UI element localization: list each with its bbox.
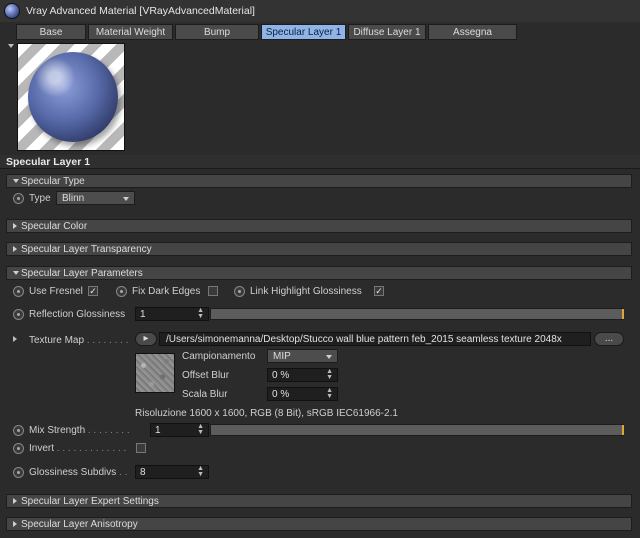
label-dots: . . . . . . . . xyxy=(86,335,129,346)
fix-dark-edges-label: Fix Dark Edges xyxy=(132,286,201,297)
type-value: Blinn xyxy=(62,193,85,204)
reflection-glossiness-slider[interactable] xyxy=(210,308,624,320)
campionamento-value: MIP xyxy=(273,351,291,362)
tab-bar: Base Material Weight Bump Specular Layer… xyxy=(16,24,517,40)
reflection-glossiness-input[interactable]: 1 ▲ ▼ xyxy=(135,307,209,321)
chevron-down-icon xyxy=(123,197,129,201)
mix-strength-animate-radio[interactable] xyxy=(13,425,24,436)
mix-strength-label: Mix Strength . . . . . . . . xyxy=(29,425,130,436)
expand-right-icon xyxy=(13,498,17,504)
type-dropdown[interactable]: Blinn xyxy=(56,191,135,205)
type-label: Type xyxy=(29,193,51,204)
texture-expand-icon[interactable] xyxy=(13,336,17,342)
link-highlight-label: Link Highlight Glossiness xyxy=(250,286,362,297)
material-preview[interactable] xyxy=(17,43,125,151)
tab-assegna[interactable]: Assegna xyxy=(428,24,517,40)
slider-end-marker xyxy=(622,309,624,319)
texture-path-field[interactable]: /Users/simonemanna/Desktop/Stucco wall b… xyxy=(159,332,591,346)
link-highlight-checkbox[interactable]: ✓ xyxy=(374,286,384,296)
chevron-down-icon xyxy=(326,355,332,359)
preview-collapse-icon[interactable] xyxy=(8,44,14,48)
offset-blur-input[interactable]: 0 % ▲ ▼ xyxy=(267,368,338,382)
material-sphere-icon xyxy=(4,3,20,19)
window-title: Vray Advanced Material [VRayAdvancedMate… xyxy=(26,5,255,17)
use-fresnel-animate-radio[interactable] xyxy=(13,286,24,297)
campionamento-dropdown[interactable]: MIP xyxy=(267,349,338,363)
texture-play-button[interactable]: ▸ xyxy=(135,332,157,346)
expand-right-icon xyxy=(13,521,17,527)
reflection-glossiness-animate-radio[interactable] xyxy=(13,309,24,320)
fix-dark-edges-checkbox[interactable] xyxy=(208,286,218,296)
glossiness-subdivs-label-text: Glossiness Subdivs xyxy=(29,467,117,478)
stepper-icon[interactable]: ▲ ▼ xyxy=(197,423,204,436)
offset-blur-label: Offset Blur xyxy=(182,370,230,381)
tab-material-weight[interactable]: Material Weight xyxy=(88,24,173,40)
glossiness-subdivs-input[interactable]: 8 ▲ ▼ xyxy=(135,465,209,479)
stepper-icon[interactable]: ▲ ▼ xyxy=(197,307,204,320)
label-dots: . . . . . . . . xyxy=(87,425,130,436)
slider-end-marker xyxy=(622,425,624,435)
tab-base[interactable]: Base xyxy=(16,24,86,40)
invert-animate-radio[interactable] xyxy=(13,443,24,454)
reflection-glossiness-label: Reflection Glossiness xyxy=(29,309,126,320)
group-specular-transparency[interactable]: Specular Layer Transparency xyxy=(6,242,632,256)
browse-button[interactable]: ... xyxy=(594,332,624,346)
group-label: Specular Type xyxy=(21,176,85,187)
texture-path-value: /Users/simonemanna/Desktop/Stucco wall b… xyxy=(166,334,562,345)
stepper-icon[interactable]: ▲ ▼ xyxy=(326,368,333,381)
group-label: Specular Color xyxy=(21,221,88,232)
offset-blur-value: 0 % xyxy=(272,370,290,381)
label-dots: . . xyxy=(119,467,128,478)
use-fresnel-label: Use Fresnel xyxy=(29,286,83,297)
mix-strength-label-text: Mix Strength xyxy=(29,425,86,436)
group-specular-expert-settings[interactable]: Specular Layer Expert Settings xyxy=(6,494,632,508)
group-label: Specular Layer Anisotropy xyxy=(21,519,138,530)
group-label: Specular Layer Expert Settings xyxy=(21,496,159,507)
texture-map-label: Texture Map . . . . . . . . xyxy=(29,335,129,346)
glossiness-subdivs-value: 8 xyxy=(140,467,146,478)
group-label: Specular Layer Parameters xyxy=(21,268,143,279)
fix-dark-edges-animate-radio[interactable] xyxy=(116,286,127,297)
group-specular-parameters[interactable]: Specular Layer Parameters xyxy=(6,266,632,280)
invert-label: Invert . . . . . . . . . . . . . xyxy=(29,443,126,454)
label-dots: . . . . . . . . . . . . . xyxy=(56,443,127,454)
group-specular-type[interactable]: Specular Type xyxy=(6,174,632,188)
group-label: Specular Layer Transparency xyxy=(21,244,152,255)
type-animate-radio[interactable] xyxy=(13,193,24,204)
tab-diffuse-layer-1[interactable]: Diffuse Layer 1 xyxy=(348,24,426,40)
group-specular-color[interactable]: Specular Color xyxy=(6,219,632,233)
tab-bump[interactable]: Bump xyxy=(175,24,259,40)
group-specular-anisotropy[interactable]: Specular Layer Anisotropy xyxy=(6,517,632,531)
expand-down-icon xyxy=(13,179,19,183)
texture-thumbnail[interactable] xyxy=(135,353,175,393)
section-title: Specular Layer 1 xyxy=(6,156,91,168)
glossiness-subdivs-label: Glossiness Subdivs . . xyxy=(29,467,127,478)
texture-map-label-text: Texture Map xyxy=(29,335,85,346)
expand-right-icon xyxy=(13,246,17,252)
invert-checkbox[interactable] xyxy=(136,443,146,453)
campionamento-label: Campionamento xyxy=(182,351,256,362)
invert-label-text: Invert xyxy=(29,443,55,454)
stepper-icon[interactable]: ▲ ▼ xyxy=(197,465,204,478)
scala-blur-input[interactable]: 0 % ▲ ▼ xyxy=(267,387,338,401)
texture-resolution-info: Risoluzione 1600 x 1600, RGB (8 Bit), sR… xyxy=(135,408,398,419)
expand-down-icon xyxy=(13,271,19,275)
reflection-glossiness-value: 1 xyxy=(140,309,146,320)
tab-specular-layer-1[interactable]: Specular Layer 1 xyxy=(261,24,346,40)
scala-blur-label: Scala Blur xyxy=(182,389,228,400)
mix-strength-input[interactable]: 1 ▲ ▼ xyxy=(150,423,209,437)
mix-strength-slider[interactable] xyxy=(210,424,624,436)
title-bar: Vray Advanced Material [VRayAdvancedMate… xyxy=(0,0,640,22)
scala-blur-value: 0 % xyxy=(272,389,290,400)
mix-strength-value: 1 xyxy=(155,425,161,436)
glossiness-subdivs-animate-radio[interactable] xyxy=(13,467,24,478)
link-highlight-animate-radio[interactable] xyxy=(234,286,245,297)
use-fresnel-checkbox[interactable]: ✓ xyxy=(88,286,98,296)
section-header: Specular Layer 1 xyxy=(0,155,640,169)
preview-sphere xyxy=(28,52,118,142)
stepper-icon[interactable]: ▲ ▼ xyxy=(326,387,333,400)
expand-right-icon xyxy=(13,223,17,229)
